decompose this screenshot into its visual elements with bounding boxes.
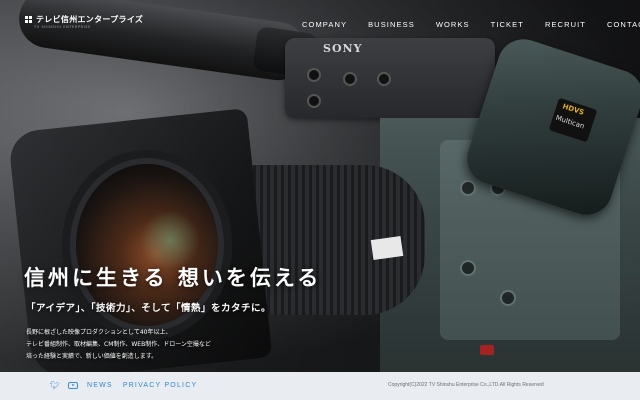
footer-privacy-link[interactable]: PRIVACY POLICY bbox=[123, 382, 198, 389]
nav-company[interactable]: COMPANY bbox=[302, 20, 347, 29]
nav-business[interactable]: BUSINESS bbox=[368, 20, 415, 29]
nav-recruit[interactable]: RECRUIT bbox=[545, 20, 586, 29]
description-line: 長野に根ざした映像プロダクションとして40年以上、 bbox=[26, 329, 172, 336]
badge-top-label: HDVS bbox=[561, 102, 586, 117]
social-links: 🐦︎ bbox=[50, 381, 78, 390]
camera-red-switch-image bbox=[480, 345, 494, 355]
lens-sticker-image bbox=[370, 236, 404, 260]
lens-reflection-image bbox=[140, 210, 200, 270]
hero-headline: 信州に生きる 想いを伝える bbox=[24, 266, 322, 290]
camera-knob-icon bbox=[343, 72, 357, 86]
description-line: テレビ番組制作、取材編集、CM制作、WEB制作、ドローン空撮など bbox=[26, 341, 211, 348]
camera-knob-icon bbox=[377, 72, 391, 86]
nav-ticket[interactable]: TICKET bbox=[491, 20, 524, 29]
description-line: 培った経験と実績で、新しい価値を創造します。 bbox=[26, 353, 158, 360]
main-nav: COMPANY BUSINESS WORKS TICKET RECRUIT CO… bbox=[302, 20, 640, 29]
footer-links: NEWS PRIVACY POLICY bbox=[87, 382, 197, 389]
hero-description: 長野に根ざした映像プロダクションとして40年以上、 テレビ番組制作、取材編集、C… bbox=[26, 327, 211, 363]
logo-text: テレビ信州エンタープライズ bbox=[36, 15, 144, 24]
nav-works[interactable]: WORKS bbox=[436, 20, 470, 29]
logo-subtitle: TV SHINSHU ENTERPRISE bbox=[34, 25, 91, 29]
logo-mark-icon bbox=[25, 16, 32, 23]
camera-knob-icon bbox=[307, 94, 321, 108]
copyright-text: Copyright(C)2022 TV Shinshu Enterprise C… bbox=[388, 382, 544, 388]
hero-subline: 「アイデア」、「技術力」、そして「情熱」をカタチに。 bbox=[26, 303, 271, 314]
nav-contact[interactable]: CONTACT bbox=[607, 20, 640, 29]
camera-button-icon bbox=[460, 180, 476, 196]
camera-button-icon bbox=[460, 260, 476, 276]
twitter-icon[interactable]: 🐦︎ bbox=[50, 381, 60, 390]
youtube-icon[interactable] bbox=[68, 382, 78, 389]
hero-section: SONY HDVS Multican テレビ信州エンタープライズ TV SHIN… bbox=[0, 0, 640, 372]
site-footer: 🐦︎ NEWS PRIVACY POLICY Copyright(C)2022 … bbox=[0, 372, 640, 400]
camera-button-icon bbox=[500, 290, 516, 306]
site-logo[interactable]: テレビ信州エンタープライズ bbox=[25, 14, 143, 25]
camera-brand-label: SONY bbox=[323, 42, 363, 55]
camera-knob-icon bbox=[307, 68, 321, 82]
footer-news-link[interactable]: NEWS bbox=[87, 382, 113, 389]
camera-top-panel-image bbox=[285, 38, 495, 118]
